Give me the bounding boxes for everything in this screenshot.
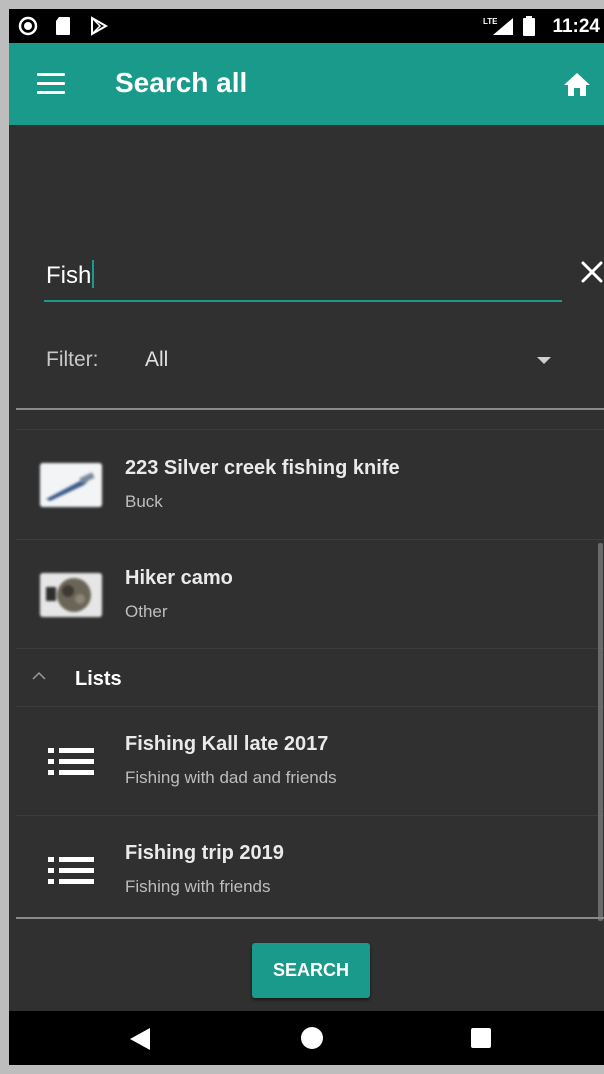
- recents-icon[interactable]: [471, 1028, 491, 1048]
- list-icon: [48, 748, 94, 775]
- sd-card-icon: [56, 17, 70, 35]
- status-bar: LTE 11:24: [9, 9, 604, 43]
- section-label: Lists: [75, 668, 122, 690]
- item-title: Fishing Kall late 2017: [125, 733, 329, 755]
- scrollbar[interactable]: [598, 543, 603, 921]
- list-item[interactable]: Fishing trip 2019 Fishing with friends: [16, 816, 597, 924]
- list-divider: [16, 429, 604, 430]
- item-subtitle: Buck: [125, 492, 163, 511]
- search-button[interactable]: SEARCH: [252, 943, 370, 998]
- network-label: LTE: [483, 17, 498, 26]
- filter-dropdown[interactable]: All: [129, 339, 559, 383]
- list-icon: [48, 857, 94, 884]
- list-divider: [16, 648, 604, 649]
- search-input[interactable]: Fish: [44, 256, 562, 302]
- page-title: Search all: [115, 67, 248, 98]
- item-title: Hiker camo: [125, 567, 233, 589]
- record-icon: [18, 16, 38, 36]
- item-title: 223 Silver creek fishing knife: [125, 457, 400, 479]
- battery-icon: [523, 16, 535, 36]
- lte-signal-icon: LTE: [483, 17, 513, 35]
- item-subtitle: Other: [125, 602, 168, 621]
- navigation-bar: [9, 1011, 604, 1065]
- list-item[interactable]: Fishing Kall late 2017 Fishing with dad …: [16, 707, 597, 815]
- bottom-divider: [16, 917, 604, 919]
- filter-divider: [16, 408, 604, 410]
- list-item[interactable]: 223 Silver creek fishing knife Buck: [16, 431, 597, 539]
- knife-photo-thumbnail: [40, 463, 102, 507]
- item-subtitle: Fishing with friends: [125, 877, 271, 896]
- filter-value: All: [145, 348, 169, 371]
- dropdown-arrow-icon: [537, 357, 551, 364]
- camo-photo-thumbnail: [40, 573, 102, 617]
- status-time: 11:24: [552, 16, 600, 37]
- item-subtitle: Fishing with dad and friends: [125, 768, 337, 787]
- back-icon[interactable]: [130, 1028, 150, 1050]
- list-divider: [16, 539, 604, 540]
- lists-section-header[interactable]: Lists: [16, 659, 597, 699]
- chevron-up-icon: [32, 671, 46, 680]
- app-screen: LTE 11:24 Search all Fish Filter: All 22…: [9, 9, 604, 1065]
- item-title: Fishing trip 2019: [125, 842, 284, 864]
- play-store-icon: [91, 16, 109, 36]
- list-item[interactable]: Hiker camo Other: [16, 541, 597, 649]
- search-input-value: Fish: [46, 260, 95, 290]
- home-circle-icon[interactable]: [301, 1027, 323, 1049]
- menu-icon[interactable]: [37, 73, 65, 95]
- home-icon[interactable]: [562, 71, 592, 97]
- filter-label: Filter:: [46, 348, 99, 371]
- text-caret: [92, 260, 95, 288]
- app-bar: Search all: [9, 43, 604, 125]
- close-icon[interactable]: [579, 259, 604, 285]
